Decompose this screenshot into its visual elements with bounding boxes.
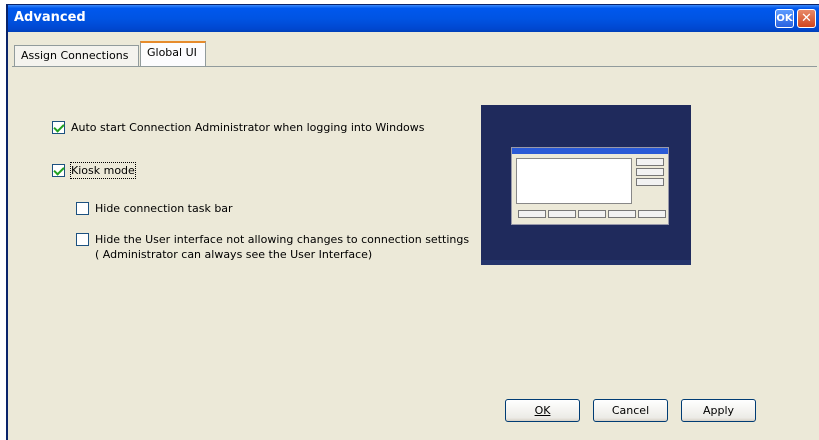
hide-taskbar-label: Hide connection task bar — [95, 202, 233, 215]
close-icon[interactable]: ✕ — [797, 9, 816, 28]
tab-assign-connections[interactable]: Assign Connections — [14, 45, 139, 66]
hide-ui-note: ( Administrator can always see the User … — [95, 248, 373, 261]
preview-taskbar — [481, 260, 691, 265]
hide-ui-label: Hide the User interface not allowing cha… — [95, 232, 469, 262]
auto-start-label: Auto start Connection Administrator when… — [71, 121, 425, 134]
hide-taskbar-checkbox[interactable] — [76, 202, 89, 215]
auto-start-checkbox[interactable] — [52, 121, 65, 134]
kiosk-mode-checkbox[interactable] — [52, 164, 65, 177]
kiosk-mode-label: Kiosk mode — [70, 162, 136, 179]
title-ok-button[interactable]: OK — [775, 9, 794, 28]
kiosk-mode-option[interactable]: Kiosk mode — [52, 162, 136, 179]
hide-taskbar-option[interactable]: Hide connection task bar — [76, 201, 233, 216]
window-title: Advanced — [14, 10, 86, 25]
ok-button[interactable]: OK — [505, 399, 580, 422]
hide-ui-text: Hide the User interface not allowing cha… — [95, 233, 470, 246]
apply-button[interactable]: Apply — [681, 399, 756, 422]
hide-ui-option[interactable]: Hide the User interface not allowing cha… — [76, 232, 469, 262]
auto-start-option[interactable]: Auto start Connection Administrator when… — [52, 120, 425, 135]
title-bar[interactable]: Advanced OK ✕ — [8, 5, 819, 32]
kiosk-preview-image — [481, 105, 691, 265]
hide-ui-checkbox[interactable] — [76, 233, 89, 246]
advanced-dialog: Advanced OK ✕ Assign Connections Global … — [6, 4, 819, 440]
cancel-button[interactable]: Cancel — [593, 399, 668, 422]
tab-global-ui[interactable]: Global UI — [140, 41, 206, 67]
preview-window — [511, 147, 669, 225]
